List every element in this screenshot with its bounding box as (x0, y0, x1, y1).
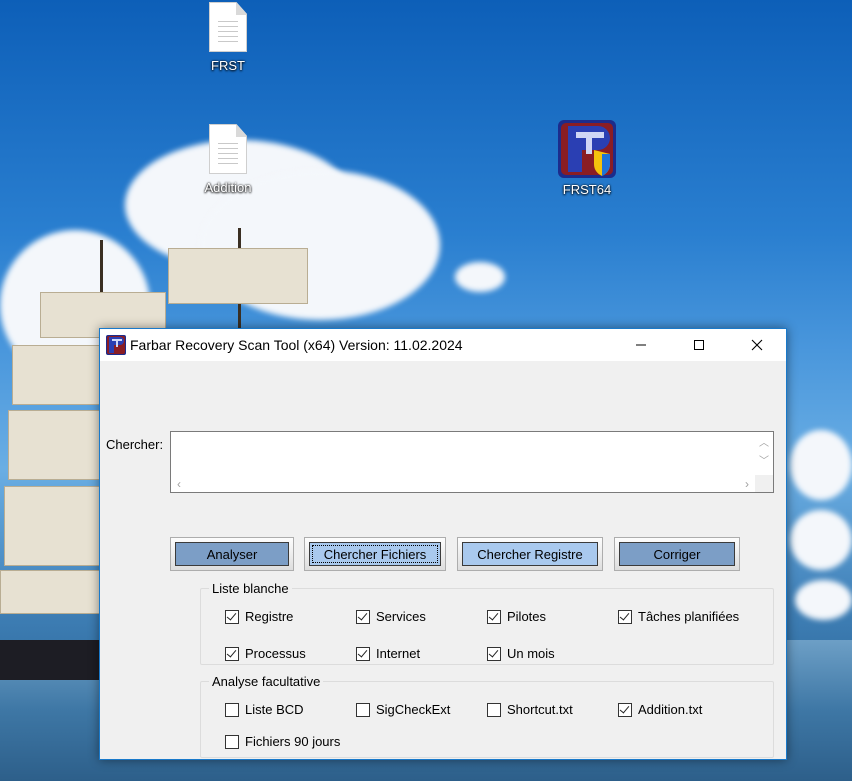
checkbox-services[interactable]: Services (356, 609, 430, 624)
checkbox-taches-planifiees[interactable]: Tâches planifiées (618, 609, 744, 624)
checkbox-box[interactable] (356, 646, 370, 661)
fix-button-label: Corriger (619, 542, 735, 566)
frst-app-icon (106, 335, 126, 355)
chevron-up-icon: ︿ (759, 438, 769, 449)
window-title: Farbar Recovery Scan Tool (x64) Version:… (130, 337, 463, 353)
checkbox-box[interactable] (225, 734, 239, 749)
checkbox-un-mois[interactable]: Un mois (487, 646, 601, 661)
close-icon (751, 339, 763, 351)
checkbox-label: Addition.txt (638, 702, 703, 717)
minimize-icon (636, 344, 646, 346)
checkbox-box[interactable] (225, 702, 239, 717)
title-bar[interactable]: Farbar Recovery Scan Tool (x64) Version:… (100, 329, 786, 361)
checkbox-label: SigCheckExt (376, 702, 451, 717)
optional-scan-legend: Analyse facultative (212, 674, 321, 689)
maximize-icon (694, 340, 704, 350)
scan-button-label: Analyser (175, 542, 289, 566)
checkbox-sigcheckext[interactable]: SigCheckExt (356, 702, 455, 717)
search-input[interactable] (171, 432, 755, 472)
desktop-icon-label: FRST64 (562, 182, 612, 197)
search-registry-button[interactable]: Chercher Registre (457, 537, 603, 571)
scan-button[interactable]: Analyser (170, 537, 294, 571)
desktop-icon-frst64[interactable]: FRST64 (542, 120, 632, 197)
frst-app-icon (558, 120, 616, 178)
checkbox-pilotes[interactable]: Pilotes (487, 609, 551, 624)
chevron-left-icon: ‹ (177, 477, 181, 491)
checkbox-label: Pilotes (507, 609, 547, 624)
checkbox-box[interactable] (487, 702, 501, 717)
search-registry-button-label: Chercher Registre (462, 542, 598, 566)
text-file-icon (209, 2, 247, 52)
whitelist-legend: Liste blanche (212, 581, 289, 596)
window-client-area: Chercher: ︿ ﹀ ‹ › Analyser Chercher Fich… (100, 361, 786, 760)
checkbox-label: Shortcut.txt (507, 702, 573, 717)
checkbox-shortcut-txt[interactable]: Shortcut.txt (487, 702, 577, 717)
fix-button[interactable]: Corriger (614, 537, 740, 571)
checkbox-label: Tâches planifiées (638, 609, 740, 624)
chevron-down-icon: ﹀ (759, 456, 769, 467)
search-box: ︿ ﹀ ‹ › (170, 431, 774, 493)
desktop-icon-frst[interactable]: FRST (183, 2, 273, 73)
vertical-scrollbar[interactable]: ︿ ﹀ (755, 432, 773, 476)
desktop-icon-label: FRST (211, 58, 245, 73)
checkbox-box[interactable] (225, 609, 239, 624)
checkbox-box[interactable] (618, 609, 632, 624)
checkbox-box[interactable] (487, 609, 501, 624)
checkbox-internet[interactable]: Internet (356, 646, 425, 661)
checkbox-box[interactable] (356, 702, 370, 717)
horizontal-scrollbar[interactable]: ‹ › (171, 475, 755, 492)
frst-window: Farbar Recovery Scan Tool (x64) Version:… (99, 328, 787, 760)
maximize-button[interactable] (670, 329, 728, 361)
chevron-right-icon: › (745, 477, 749, 491)
checkbox-label: Registre (245, 609, 294, 624)
desktop-icon-label: Addition (204, 180, 252, 195)
checkbox-label: Processus (245, 646, 306, 661)
checkbox-box[interactable] (225, 646, 239, 661)
checkbox-processus[interactable]: Processus (225, 646, 310, 661)
checkbox-liste-bcd[interactable]: Liste BCD (225, 702, 308, 717)
close-button[interactable] (728, 329, 786, 361)
checkbox-box[interactable] (487, 646, 501, 661)
text-file-icon (209, 124, 247, 174)
desktop-icon-addition[interactable]: Addition (183, 124, 273, 195)
checkbox-fichiers-90-jours[interactable]: Fichiers 90 jours (225, 734, 345, 749)
checkbox-label: Internet (376, 646, 421, 661)
search-label: Chercher: (106, 437, 164, 452)
search-files-button-label: Chercher Fichiers (309, 542, 441, 566)
checkbox-label: Liste BCD (245, 702, 304, 717)
checkbox-label: Services (376, 609, 426, 624)
search-files-button[interactable]: Chercher Fichiers (304, 537, 446, 571)
checkbox-addition-txt[interactable]: Addition.txt (618, 702, 707, 717)
checkbox-label: Un mois (507, 646, 555, 661)
checkbox-box[interactable] (618, 702, 632, 717)
checkbox-box[interactable] (356, 609, 370, 624)
checkbox-label: Fichiers 90 jours (245, 734, 341, 749)
minimize-button[interactable] (612, 329, 670, 361)
checkbox-registre[interactable]: Registre (225, 609, 298, 624)
